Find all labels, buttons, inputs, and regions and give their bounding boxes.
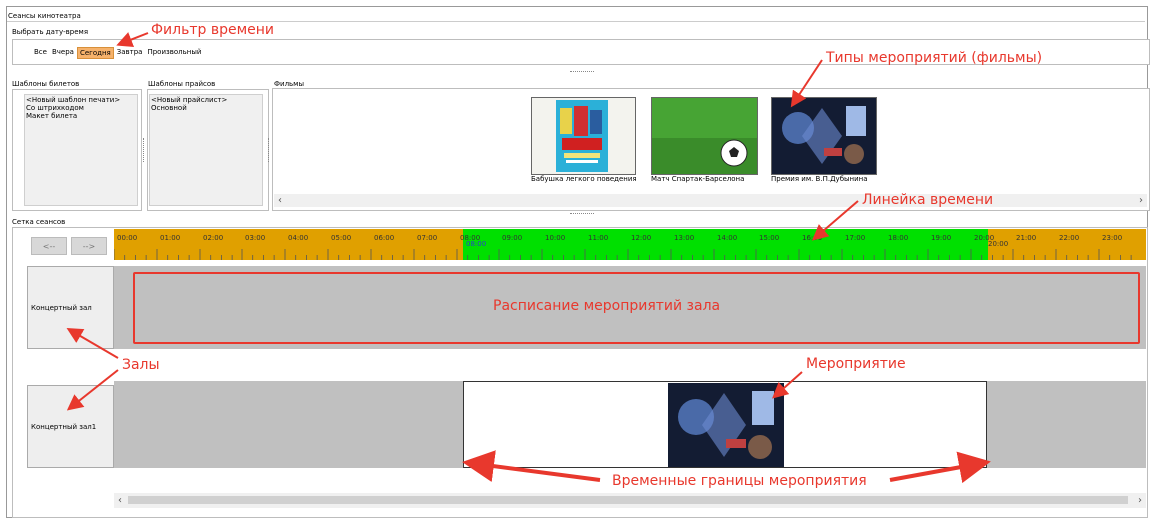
annotation-event-bounds: Временные границы мероприятия bbox=[612, 473, 867, 489]
annotation-arrows bbox=[66, 32, 991, 484]
annotation-time-filter: Фильтр времени bbox=[151, 22, 275, 38]
annotation-event: Мероприятие bbox=[806, 356, 906, 372]
annotation-event-types: Типы мероприятий (фильмы) bbox=[826, 50, 1043, 66]
annotation-timeline: Линейка времени bbox=[862, 192, 994, 208]
annotation-halls: Залы bbox=[122, 357, 160, 373]
annotation-hall-schedule: Расписание мероприятий зала bbox=[493, 298, 721, 314]
